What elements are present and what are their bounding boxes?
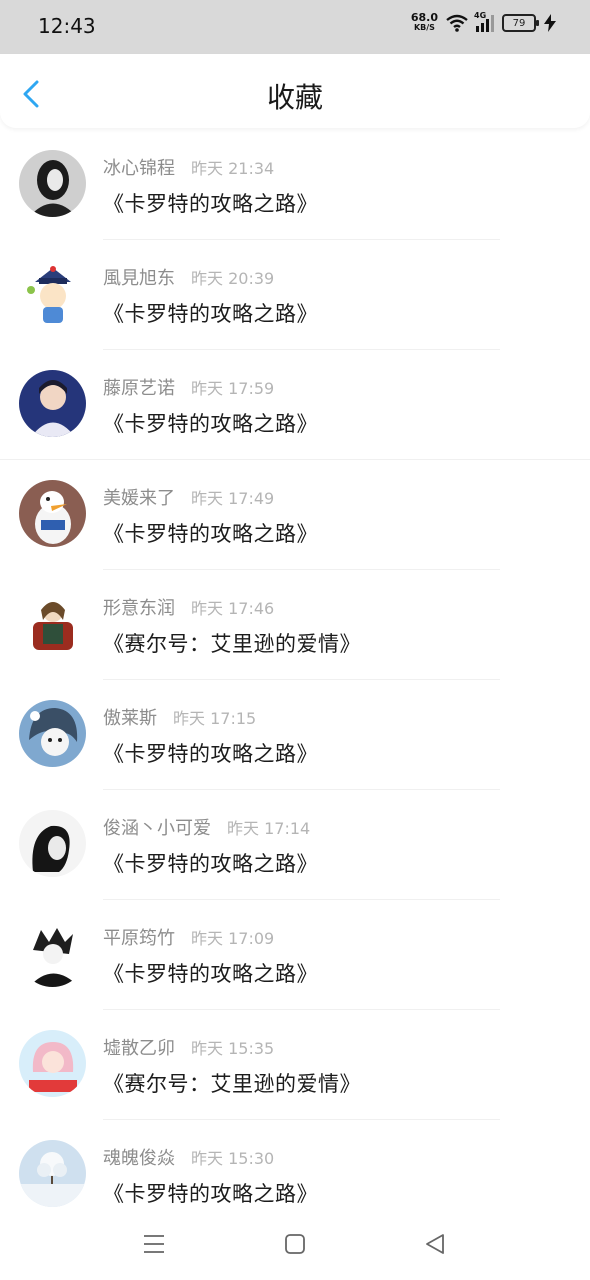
book-title[interactable]: 《赛尔号：艾里逊的爱情》 <box>103 628 361 658</box>
list-item[interactable]: 冰心锦程 昨天 21:34 《卡罗特的攻略之路》 <box>0 130 590 240</box>
favorites-list: 冰心锦程 昨天 21:34 《卡罗特的攻略之路》 風見旭东 昨天 20:39 《… <box>0 130 590 1230</box>
timestamp: 昨天 15:30 <box>191 1149 275 1168</box>
timestamp: 昨天 17:14 <box>227 819 311 838</box>
network-type: 4G <box>474 11 487 20</box>
status-bar: 12:43 68.0 KB/S 4G 79 <box>0 0 590 54</box>
user-name[interactable]: 俊涵丶小可爱 <box>103 814 211 840</box>
avatar[interactable] <box>19 1030 86 1097</box>
system-nav-bar <box>0 1215 590 1280</box>
user-name[interactable]: 美媛来了 <box>103 484 175 510</box>
avatar[interactable] <box>19 480 86 547</box>
book-title[interactable]: 《卡罗特的攻略之路》 <box>103 408 318 438</box>
avatar[interactable] <box>19 1140 86 1207</box>
book-title[interactable]: 《卡罗特的攻略之路》 <box>103 958 318 988</box>
back-triangle-icon[interactable] <box>424 1233 446 1255</box>
page-title: 收藏 <box>266 81 323 114</box>
book-title[interactable]: 《赛尔号：艾里逊的爱情》 <box>103 1068 361 1098</box>
timestamp: 昨天 15:35 <box>191 1039 275 1058</box>
home-square-icon[interactable] <box>284 1233 306 1255</box>
menu-icon[interactable] <box>143 1233 165 1255</box>
page-header: 收藏 <box>0 54 590 128</box>
status-time: 12:43 <box>38 14 96 38</box>
status-icons: 68.0 KB/S 4G 79 <box>411 11 556 33</box>
avatar[interactable] <box>19 590 86 657</box>
network-speed: 68.0 KB/S <box>411 12 438 33</box>
avatar[interactable] <box>19 370 86 437</box>
avatar[interactable] <box>19 810 86 877</box>
wifi-icon <box>446 14 468 32</box>
network-speed-unit: KB/S <box>413 23 435 32</box>
book-title[interactable]: 《卡罗特的攻略之路》 <box>103 1178 318 1208</box>
list-item[interactable]: 美媛来了 昨天 17:49 《卡罗特的攻略之路》 <box>0 460 590 570</box>
user-name[interactable]: 傲莱斯 <box>103 704 157 730</box>
book-title[interactable]: 《卡罗特的攻略之路》 <box>103 848 318 878</box>
timestamp: 昨天 17:59 <box>191 379 275 398</box>
list-item[interactable]: 傲莱斯 昨天 17:15 《卡罗特的攻略之路》 <box>0 680 590 790</box>
avatar[interactable] <box>19 150 86 217</box>
user-name[interactable]: 形意东润 <box>103 594 175 620</box>
list-item[interactable]: 墟散乙卯 昨天 15:35 《赛尔号：艾里逊的爱情》 <box>0 1010 590 1120</box>
user-name[interactable]: 平原筠竹 <box>103 924 175 950</box>
signal-bar-icon <box>491 15 494 32</box>
avatar[interactable] <box>19 260 86 327</box>
book-title[interactable]: 《卡罗特的攻略之路》 <box>103 738 318 768</box>
timestamp: 昨天 17:46 <box>191 599 275 618</box>
signal-bar-icon <box>486 19 489 32</box>
cellular-signal: 4G <box>474 11 494 32</box>
signal-bar-icon <box>476 26 479 32</box>
book-title[interactable]: 《卡罗特的攻略之路》 <box>103 188 318 218</box>
signal-bar-icon <box>481 23 484 32</box>
user-name[interactable]: 藤原艺诺 <box>103 374 175 400</box>
avatar[interactable] <box>19 920 86 987</box>
timestamp: 昨天 21:34 <box>191 159 275 178</box>
battery-level: 79 <box>512 17 526 29</box>
list-item[interactable]: 風見旭东 昨天 20:39 《卡罗特的攻略之路》 <box>0 240 590 350</box>
charging-bolt-icon <box>544 14 556 32</box>
book-title[interactable]: 《卡罗特的攻略之路》 <box>103 518 318 548</box>
user-name[interactable]: 冰心锦程 <box>103 154 175 180</box>
timestamp: 昨天 17:09 <box>191 929 275 948</box>
book-title[interactable]: 《卡罗特的攻略之路》 <box>103 298 318 328</box>
list-item[interactable]: 藤原艺诺 昨天 17:59 《卡罗特的攻略之路》 <box>0 350 590 460</box>
list-item[interactable]: 平原筠竹 昨天 17:09 《卡罗特的攻略之路》 <box>0 900 590 1010</box>
list-item[interactable]: 俊涵丶小可爱 昨天 17:14 《卡罗特的攻略之路》 <box>0 790 590 900</box>
timestamp: 昨天 17:15 <box>173 709 257 728</box>
user-name[interactable]: 風見旭东 <box>103 264 175 290</box>
battery-icon: 79 <box>502 14 539 32</box>
timestamp: 昨天 20:39 <box>191 269 275 288</box>
user-name[interactable]: 墟散乙卯 <box>103 1034 175 1060</box>
user-name[interactable]: 魂魄俊焱 <box>103 1144 175 1170</box>
list-item[interactable]: 形意东润 昨天 17:46 《赛尔号：艾里逊的爱情》 <box>0 570 590 680</box>
list-item[interactable]: 魂魄俊焱 昨天 15:30 《卡罗特的攻略之路》 <box>0 1120 590 1230</box>
avatar[interactable] <box>19 700 86 767</box>
timestamp: 昨天 17:49 <box>191 489 275 508</box>
